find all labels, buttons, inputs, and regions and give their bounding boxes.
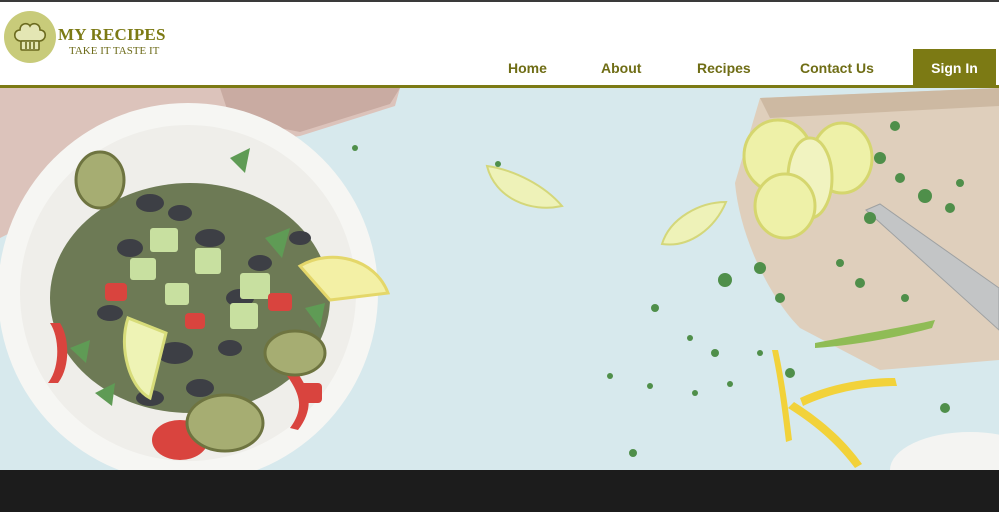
brand-title: MY RECIPES: [58, 25, 166, 44]
brand-tagline: TAKE IT TASTE IT: [69, 45, 160, 57]
sign-in-button[interactable]: Sign In: [913, 49, 996, 87]
nav-contact-us[interactable]: Contact Us: [800, 60, 874, 76]
site-header: MY RECIPES TAKE IT TASTE IT Home About R…: [0, 2, 999, 88]
nav-about[interactable]: About: [601, 60, 641, 76]
chef-hat-icon: [13, 22, 47, 51]
hero-food-image: [0, 88, 999, 470]
footer-bar: [0, 470, 999, 512]
nav-home[interactable]: Home: [508, 60, 547, 76]
hero-banner: [0, 88, 999, 470]
nav-recipes[interactable]: Recipes: [697, 60, 751, 76]
logo[interactable]: [4, 11, 56, 63]
